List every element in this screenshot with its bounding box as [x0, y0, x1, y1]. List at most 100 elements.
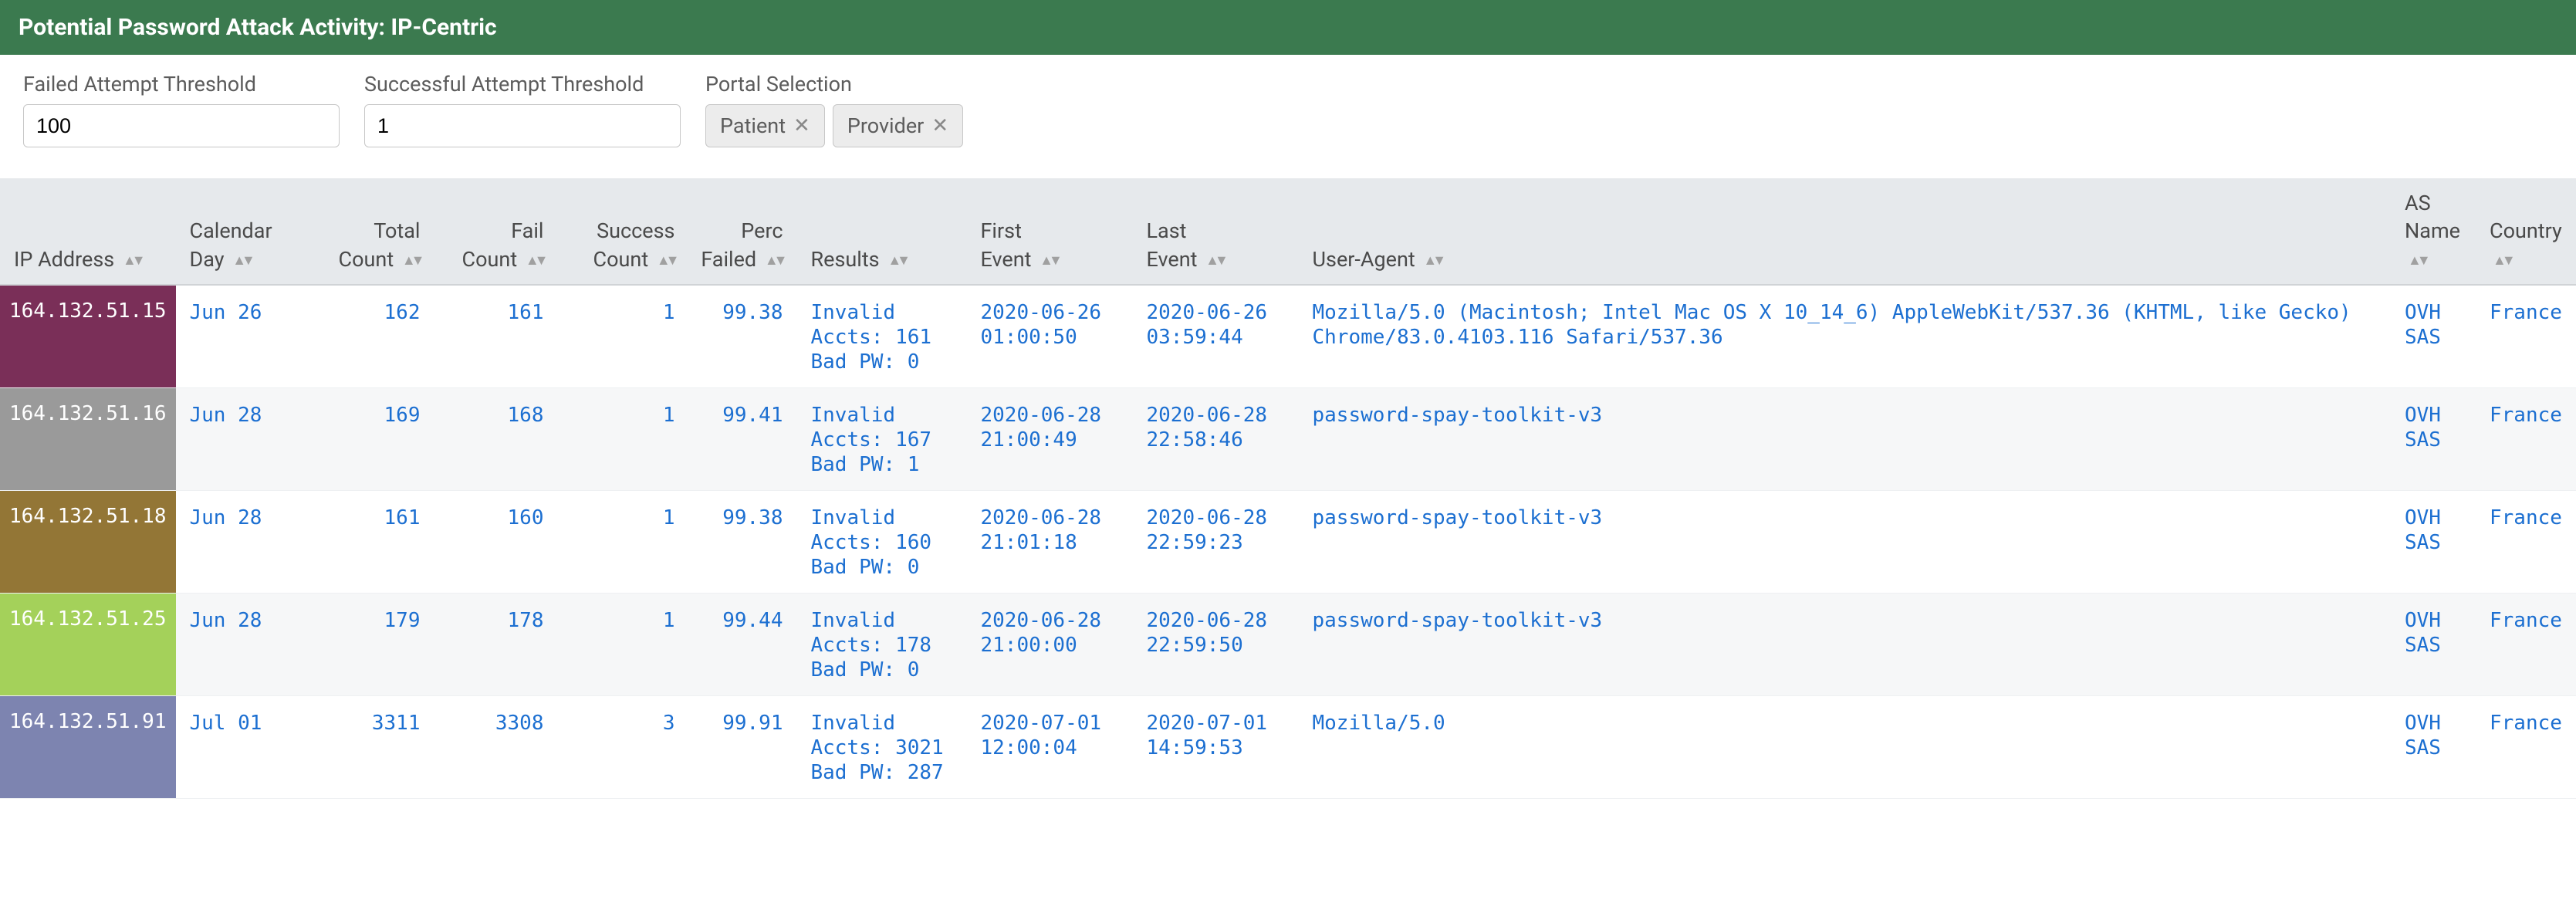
cell-value-total[interactable]: 161 [384, 506, 421, 529]
cell-value-ua[interactable]: password-spay-toolkit-v3 [1313, 506, 1603, 529]
cell-value-first[interactable]: 2020-06-28 21:01:18 [981, 506, 1114, 554]
cell-fail: 178 [434, 594, 558, 696]
successful-threshold-input[interactable] [364, 104, 681, 147]
cell-value-fail[interactable]: 160 [508, 506, 544, 529]
cell-asname: OVH SAS [2391, 285, 2476, 388]
cell-value-perc[interactable]: 99.41 [722, 404, 783, 427]
cell-value-ua[interactable]: Mozilla/5.0 (Macintosh; Intel Mac OS X 1… [1313, 301, 2364, 349]
column-header-fail[interactable]: FailCount ▲▼ [434, 178, 558, 285]
column-header-day[interactable]: CalendarDay ▲▼ [176, 178, 303, 285]
table-row[interactable]: 164.132.51.18Jun 28161160199.38Invalid A… [0, 491, 2576, 594]
cell-value-asname[interactable]: OVH SAS [2405, 712, 2453, 759]
cell-fail: 160 [434, 491, 558, 594]
failed-threshold-input[interactable] [23, 104, 340, 147]
cell-success: 1 [558, 285, 689, 388]
cell-value-last[interactable]: 2020-06-28 22:59:50 [1147, 609, 1280, 657]
cell-value-last[interactable]: 2020-06-26 03:59:44 [1147, 301, 1280, 349]
cell-total: 179 [303, 594, 434, 696]
column-header-country[interactable]: Country ▲▼ [2476, 178, 2576, 285]
cell-value-first[interactable]: 2020-06-28 21:00:49 [981, 404, 1114, 452]
cell-value-results[interactable]: Invalid Accts: 160 Bad PW: 0 [811, 506, 932, 579]
cell-value-day[interactable]: Jun 28 [190, 506, 262, 529]
close-icon[interactable]: ✕ [931, 116, 948, 136]
column-header-last[interactable]: LastEvent ▲▼ [1133, 178, 1299, 285]
cell-value-total[interactable]: 3311 [372, 712, 421, 735]
cell-value-first[interactable]: 2020-06-26 01:00:50 [981, 301, 1114, 349]
cell-value-day[interactable]: Jul 01 [190, 712, 262, 735]
cell-value-success[interactable]: 1 [663, 301, 675, 324]
cell-success: 1 [558, 388, 689, 491]
cell-value-ua[interactable]: Mozilla/5.0 [1313, 712, 1445, 735]
column-header-asname[interactable]: ASName ▲▼ [2391, 178, 2476, 285]
cell-value-perc[interactable]: 99.38 [722, 506, 783, 529]
cell-results: Invalid Accts: 167 Bad PW: 1 [797, 388, 967, 491]
table-row[interactable]: 164.132.51.91Jul 0133113308399.91Invalid… [0, 696, 2576, 799]
cell-value-day[interactable]: Jun 26 [190, 301, 262, 324]
column-header-first[interactable]: FirstEvent ▲▼ [967, 178, 1133, 285]
sort-icon: ▲▼ [765, 252, 783, 270]
cell-value-fail[interactable]: 178 [508, 609, 544, 632]
column-header-results[interactable]: Results ▲▼ [797, 178, 967, 285]
cell-value-first[interactable]: 2020-06-28 21:00:00 [981, 609, 1114, 657]
cell-value-results[interactable]: Invalid Accts: 161 Bad PW: 0 [811, 301, 932, 374]
table-row[interactable]: 164.132.51.25Jun 28179178199.44Invalid A… [0, 594, 2576, 696]
cell-value-first[interactable]: 2020-07-01 12:00:04 [981, 712, 1114, 759]
table-row[interactable]: 164.132.51.16Jun 28169168199.41Invalid A… [0, 388, 2576, 491]
sort-icon: ▲▼ [2493, 252, 2511, 270]
cell-value-country[interactable]: France [2490, 506, 2562, 529]
cell-value-ua[interactable]: password-spay-toolkit-v3 [1313, 609, 1603, 632]
cell-value-asname[interactable]: OVH SAS [2405, 404, 2453, 452]
cell-value-asname[interactable]: OVH SAS [2405, 506, 2453, 554]
cell-ua: password-spay-toolkit-v3 [1299, 594, 2392, 696]
cell-value-country[interactable]: France [2490, 712, 2562, 735]
sort-icon: ▲▼ [526, 252, 544, 270]
cell-value-fail[interactable]: 3308 [495, 712, 544, 735]
cell-value-results[interactable]: Invalid Accts: 3021 Bad PW: 287 [811, 712, 944, 784]
cell-value-ua[interactable]: password-spay-toolkit-v3 [1313, 404, 1603, 427]
cell-first: 2020-06-26 01:00:50 [967, 285, 1133, 388]
cell-first: 2020-07-01 12:00:04 [967, 696, 1133, 799]
cell-value-country[interactable]: France [2490, 404, 2562, 427]
cell-value-success[interactable]: 3 [663, 712, 675, 735]
cell-value-success[interactable]: 1 [663, 404, 675, 427]
cell-value-country[interactable]: France [2490, 609, 2562, 632]
cell-value-day[interactable]: Jun 28 [190, 404, 262, 427]
cell-value-fail[interactable]: 161 [508, 301, 544, 324]
cell-value-success[interactable]: 1 [663, 609, 675, 632]
cell-value-country[interactable]: France [2490, 301, 2562, 324]
portal-chip-patient[interactable]: Patient ✕ [705, 104, 825, 147]
cell-value-asname[interactable]: OVH SAS [2405, 609, 2453, 657]
cell-perc: 99.91 [689, 696, 797, 799]
portal-chip-provider[interactable]: Provider ✕ [833, 104, 963, 147]
column-header-success[interactable]: SuccessCount ▲▼ [558, 178, 689, 285]
column-header-perc[interactable]: PercFailed ▲▼ [689, 178, 797, 285]
cell-value-perc[interactable]: 99.44 [722, 609, 783, 632]
cell-value-last[interactable]: 2020-06-28 22:59:23 [1147, 506, 1280, 554]
cell-fail: 161 [434, 285, 558, 388]
cell-success: 1 [558, 491, 689, 594]
cell-value-results[interactable]: Invalid Accts: 178 Bad PW: 0 [811, 609, 932, 682]
cell-ua: Mozilla/5.0 (Macintosh; Intel Mac OS X 1… [1299, 285, 2392, 388]
cell-day: Jun 28 [176, 388, 303, 491]
cell-value-last[interactable]: 2020-07-01 14:59:53 [1147, 712, 1280, 759]
cell-last: 2020-07-01 14:59:53 [1133, 696, 1299, 799]
cell-value-fail[interactable]: 168 [508, 404, 544, 427]
column-header-ua[interactable]: User-Agent ▲▼ [1299, 178, 2392, 285]
cell-value-success[interactable]: 1 [663, 506, 675, 529]
close-icon[interactable]: ✕ [793, 116, 810, 136]
cell-value-perc[interactable]: 99.38 [722, 301, 783, 324]
column-header-total[interactable]: TotalCount ▲▼ [303, 178, 434, 285]
cell-value-perc[interactable]: 99.91 [722, 712, 783, 735]
cell-value-last[interactable]: 2020-06-28 22:58:46 [1147, 404, 1280, 452]
cell-value-total[interactable]: 169 [384, 404, 421, 427]
cell-day: Jun 28 [176, 594, 303, 696]
table-row[interactable]: 164.132.51.15Jun 26162161199.38Invalid A… [0, 285, 2576, 388]
cell-value-asname[interactable]: OVH SAS [2405, 301, 2453, 349]
cell-value-total[interactable]: 162 [384, 301, 421, 324]
sort-icon: ▲▼ [1040, 252, 1058, 270]
portal-chip-patient-label: Patient [720, 113, 786, 138]
column-header-ip[interactable]: IP Address ▲▼ [0, 178, 176, 285]
cell-value-total[interactable]: 179 [384, 609, 421, 632]
cell-value-results[interactable]: Invalid Accts: 167 Bad PW: 1 [811, 404, 932, 476]
cell-value-day[interactable]: Jun 28 [190, 609, 262, 632]
